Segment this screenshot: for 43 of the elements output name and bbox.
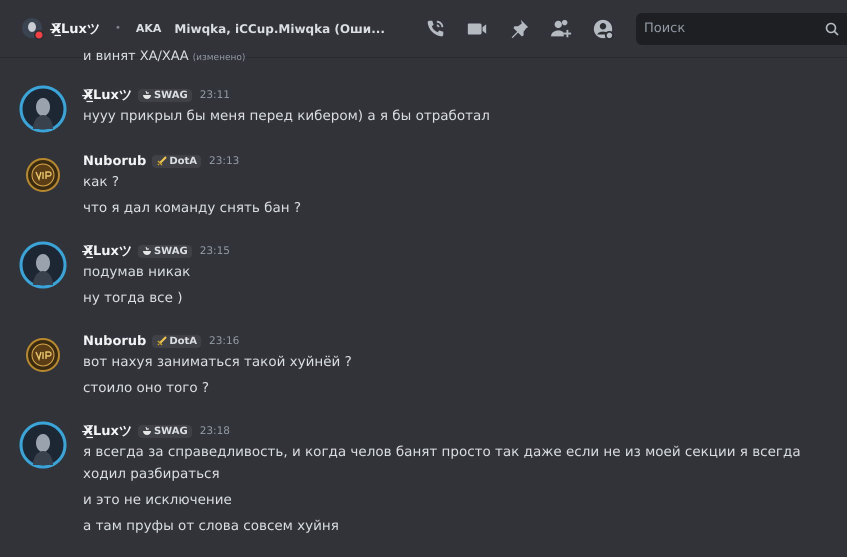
user-profile-icon[interactable] bbox=[592, 18, 614, 40]
timestamp: 23:18 bbox=[200, 425, 230, 437]
avatar-picture[interactable] bbox=[19, 85, 67, 133]
role-tag[interactable]: SWAG bbox=[138, 88, 192, 102]
message-text: вот нахуя заниматься такой хуйнёй ? bbox=[83, 353, 353, 372]
timestamp: 23:11 bbox=[200, 89, 230, 101]
aka-names: Miwqka, iCCup.Miwqka (Оши... bbox=[174, 22, 385, 36]
message-text: и это не исключение bbox=[83, 491, 233, 510]
timestamp: 23:15 bbox=[200, 245, 230, 257]
author-name[interactable]: X̶̷̲̅Luxツ bbox=[83, 242, 132, 260]
role-tag[interactable]: SWAG bbox=[138, 424, 192, 438]
avatar-picture[interactable] bbox=[19, 421, 67, 469]
bowl-icon bbox=[142, 426, 152, 436]
message-text: стоило оно того ? bbox=[83, 379, 210, 398]
message-text: и винят ХА/ХАА bbox=[83, 49, 189, 64]
author-name[interactable]: Nuborub bbox=[83, 154, 146, 168]
message-text: что я дал команду снять бан ? bbox=[83, 199, 302, 218]
bowl-icon bbox=[142, 246, 152, 256]
separator-dot: • bbox=[114, 23, 121, 34]
author-name[interactable]: X̶̷̲̅Luxツ bbox=[83, 86, 132, 104]
timestamp: 23:13 bbox=[209, 155, 240, 167]
message-text: нууу прикрыл бы меня перед кибером) а я бы отработал bbox=[83, 107, 491, 126]
add-friend-icon[interactable] bbox=[550, 18, 572, 40]
avatar-icon[interactable] bbox=[22, 18, 44, 40]
author-name[interactable]: Nuborub bbox=[83, 334, 146, 348]
author-name[interactable]: X̶̷̲̅Luxツ bbox=[83, 422, 132, 440]
role-tag[interactable]: SWAG bbox=[138, 244, 192, 258]
edited-label: (изменено) bbox=[192, 53, 246, 63]
role-tag[interactable]: DotA bbox=[152, 334, 202, 348]
aka-label: AKA bbox=[136, 22, 162, 35]
bowl-icon bbox=[142, 90, 152, 100]
message-text: а там пруфы от слова совсем хуйня bbox=[83, 517, 340, 536]
message-text: ну тогда все ) bbox=[83, 289, 184, 308]
role-tag[interactable]: DotA bbox=[152, 154, 202, 168]
message-text: подумав никак bbox=[83, 263, 192, 282]
message-text: как ? bbox=[83, 173, 120, 192]
sword-icon bbox=[156, 156, 168, 166]
search-field[interactable]: Поиск bbox=[636, 12, 847, 44]
user-name: X̶̷̲̅Luxツ bbox=[51, 20, 100, 38]
timestamp: 23:16 bbox=[209, 335, 240, 347]
sword-icon bbox=[156, 336, 168, 346]
search-icon bbox=[825, 22, 839, 36]
avatar-picture[interactable] bbox=[19, 241, 67, 289]
